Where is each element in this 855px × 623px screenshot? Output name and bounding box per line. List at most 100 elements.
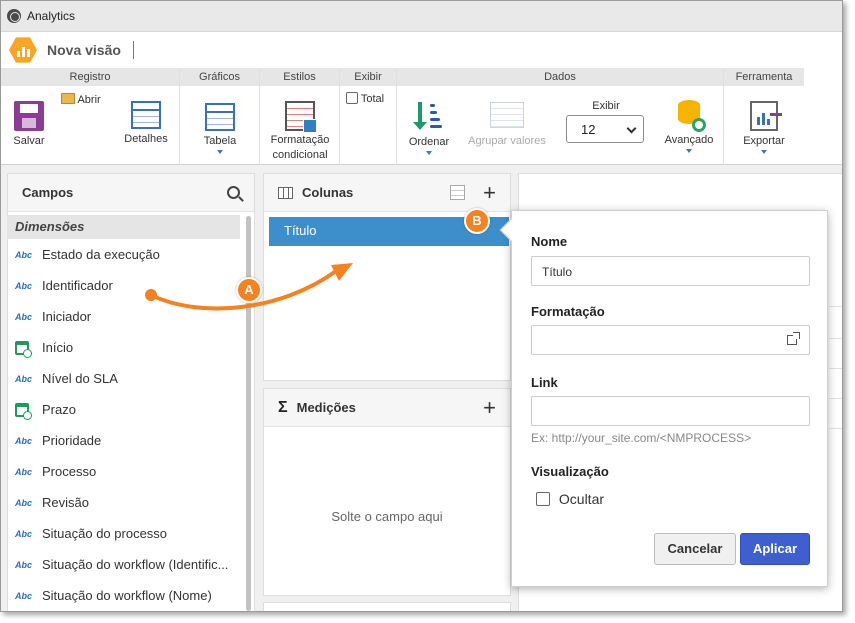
external-link-icon[interactable] [787,332,800,345]
text-type-icon: Abc [15,280,33,291]
field-item[interactable]: Início [7,332,240,363]
text-type-icon: Abc [15,466,33,477]
group-values-button[interactable]: Agrupar valores [462,102,552,148]
text-type-icon: Abc [15,435,33,446]
measures-drop-zone[interactable]: Solte o campo aqui [264,509,510,524]
name-label: Nome [531,234,568,249]
display-count-group: Exibir [567,100,645,112]
dimensions-category-header[interactable]: Dimensões [7,215,240,239]
field-label: Prioridade [42,433,102,448]
fields-panel-header: Campos [8,174,254,212]
text-type-icon: Abc [15,311,33,322]
visualization-label: Visualização [531,464,609,479]
add-measure-icon[interactable]: + [483,396,496,418]
field-label: Estado da execução [42,247,160,262]
open-label: Abrir [77,94,101,106]
group-graficos-label: Gráficos [180,68,259,86]
save-button[interactable]: Salvar [9,101,49,148]
preview-grid-line [829,368,842,369]
field-item[interactable]: Prazo [7,394,240,425]
hide-label: Ocultar [558,491,605,507]
export-button[interactable]: Exportar [734,101,794,154]
title-bar: Analytics [1,1,842,32]
hide-checkbox[interactable] [536,492,550,506]
total-label: Total [360,93,385,105]
group-registro-label: Registro [1,68,179,86]
display-count-value: 12 [581,122,596,137]
search-icon[interactable] [227,186,240,199]
group-exibir-label: Exibir [340,68,396,86]
field-label: Identificador [42,278,113,293]
cancel-button[interactable]: Cancelar [654,533,736,565]
app-window: Analytics Nova visão Registro Salvar Abr… [0,0,843,612]
formatting-field[interactable] [531,325,810,355]
field-label: Prazo [42,402,76,417]
chevron-down-icon [626,123,637,134]
field-item[interactable]: Abc Identificador [7,270,240,301]
advanced-label: Avançado [664,134,714,146]
field-item[interactable]: Abc Prioridade [7,425,240,456]
field-item[interactable]: Abc Situação do workflow (Identific... [7,549,240,580]
field-label: Início [42,340,74,355]
preview-grid-line [829,338,842,339]
field-item[interactable]: Abc Nível do SLA [7,363,240,394]
field-item[interactable]: Abc Revisão [7,487,240,518]
field-item[interactable]: Abc Situação do processo [7,518,240,549]
app-globe-icon [7,9,21,23]
chevron-down-icon [686,149,692,153]
chevron-down-icon [217,150,223,154]
field-list: Dimensões Abc Estado da execução Abc Identi… [7,215,240,611]
field-item[interactable]: Abc Estado da execução [7,239,240,270]
group-ferramenta: Ferramenta Exportar [724,68,804,165]
export-label: Exportar [743,135,785,147]
text-type-icon: Abc [15,497,33,508]
details-button[interactable]: Detalhes [121,101,171,146]
group-dados: Dados Ordenar Agrupar valores Exibir 12 … [397,68,724,165]
preview-grid-line [829,398,842,399]
group-exibir: Exibir Total [340,68,397,165]
sigma-icon: Σ [278,398,288,416]
group-values-icon [490,102,524,128]
measures-panel-title: Medições [296,400,356,415]
table-label: Tabela [203,135,237,147]
total-checkbox[interactable] [346,92,358,104]
field-item[interactable]: Abc Situação do workflow (Nome) [7,580,240,611]
window-title: Analytics [27,9,76,23]
title-cursor [132,41,134,59]
calendar-icon [15,340,32,358]
text-type-icon: Abc [15,559,33,570]
display-count-select[interactable]: 12 [566,115,644,143]
view-header: Nova visão [1,32,842,68]
link-field[interactable] [531,396,810,426]
pivot-icon[interactable] [450,185,466,200]
group-estilos: Estilos Formatação condicional [260,68,340,165]
open-button[interactable]: Abrir [61,93,111,106]
conditional-format-button[interactable]: Formatação condicional [265,101,335,162]
group-graficos: Gráficos Tabela [180,68,260,165]
text-type-icon: Abc [15,373,33,384]
table-chart-button[interactable]: Tabela [195,103,245,154]
display-count-label: Exibir [592,100,620,112]
total-toggle[interactable]: Total [346,92,396,105]
save-label: Salvar [13,135,45,147]
formatting-label: Formatação [531,304,605,319]
hide-toggle[interactable]: Ocultar [536,491,604,507]
add-column-icon[interactable]: + [483,181,496,203]
columns-icon [278,186,293,199]
field-item[interactable]: Abc Processo [7,456,240,487]
preview-grid-line [829,306,842,307]
sort-button[interactable]: Ordenar [403,102,455,155]
database-refresh-icon [676,100,706,132]
chevron-down-icon [761,150,767,154]
floppy-disk-icon [14,101,44,131]
analytics-logo-icon [9,37,37,63]
conditional-format-label-2: condicional [272,149,328,161]
fields-scrollbar[interactable] [246,216,251,611]
text-type-icon: Abc [15,528,33,539]
advanced-button[interactable]: Avançado [659,100,719,153]
name-field[interactable]: Título [531,256,810,286]
view-title[interactable]: Nova visão [47,42,121,58]
field-item[interactable]: Abc Iniciador [7,301,240,332]
conditional-format-label-1: Formatação [270,134,330,146]
apply-button[interactable]: Aplicar [740,533,810,565]
